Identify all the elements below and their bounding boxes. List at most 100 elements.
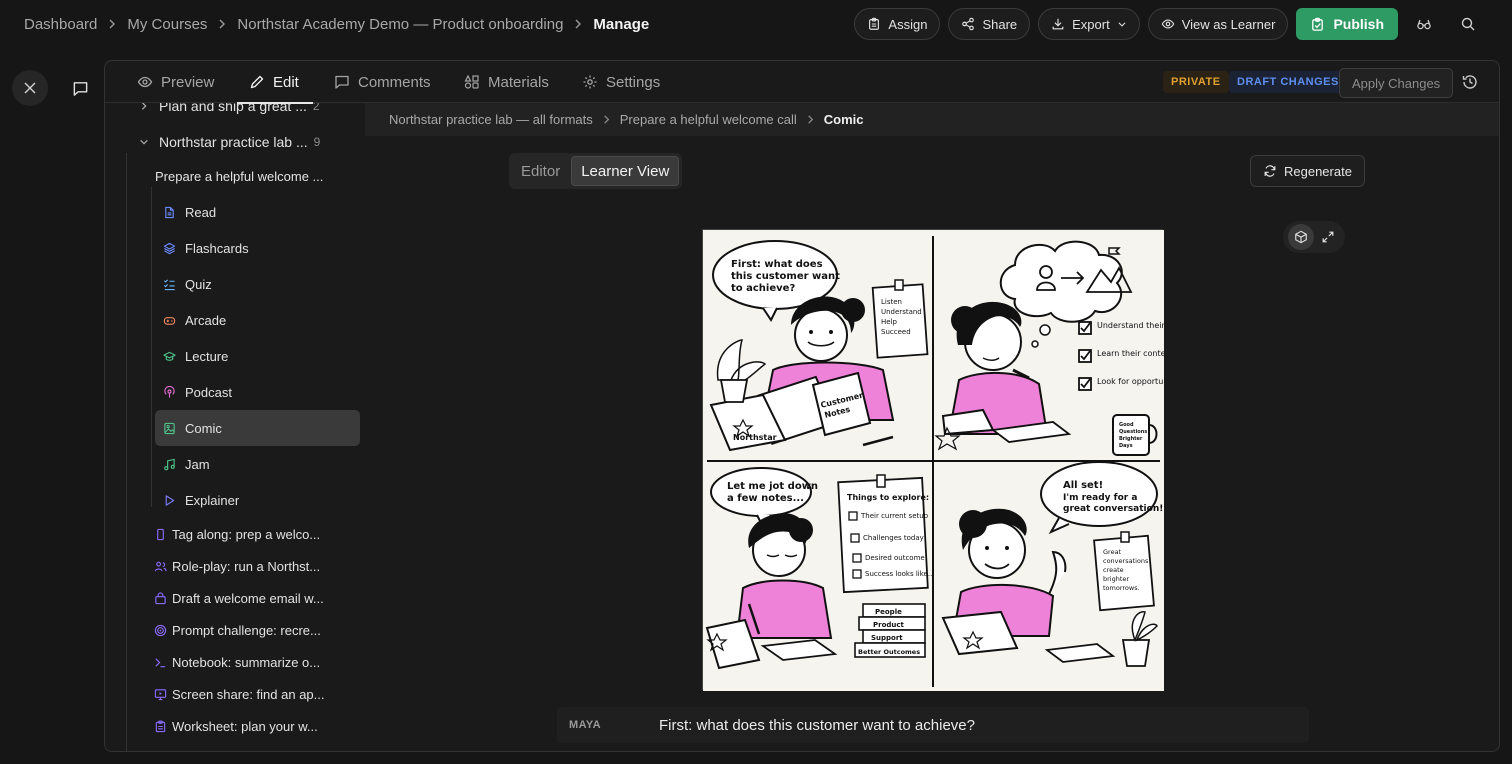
- tab-preview[interactable]: Preview: [137, 61, 214, 103]
- assign-label: Assign: [888, 16, 928, 32]
- content-breadcrumb: Northstar practice lab — all formats Pre…: [365, 103, 1499, 136]
- editor-toggle[interactable]: Editor: [512, 156, 569, 186]
- glasses-button[interactable]: [1406, 8, 1442, 40]
- layers-icon: [163, 242, 176, 254]
- format-item-explainer[interactable]: Explainer: [155, 482, 360, 518]
- format-item-label: Quiz: [185, 276, 212, 292]
- message-square-icon: [335, 75, 349, 89]
- publish-button[interactable]: Publish: [1296, 8, 1398, 40]
- content-breadcrumb-module[interactable]: Northstar practice lab — all formats: [389, 112, 593, 127]
- format-item-arcade[interactable]: Arcade: [155, 302, 360, 338]
- activity-item-label: Notebook: summarize o...: [172, 654, 321, 670]
- download-icon: [1052, 18, 1064, 30]
- format-item-jam[interactable]: Jam: [155, 446, 360, 482]
- activity-item[interactable]: Prompt challenge: recre...: [154, 614, 321, 646]
- comic-mug-text: Days: [1119, 443, 1133, 449]
- comic-list-text: Look for opportunities to help: [1097, 377, 1164, 386]
- format-item-label: Arcade: [185, 312, 227, 328]
- podcast-icon: [164, 385, 175, 398]
- target-icon: [154, 624, 167, 636]
- activity-item[interactable]: Screen share: find an ap...: [154, 678, 324, 710]
- breadcrumb-course[interactable]: Northstar Academy Demo — Product onboard…: [237, 16, 563, 33]
- regenerate-button[interactable]: Regenerate: [1250, 155, 1365, 187]
- format-item-comic[interactable]: Comic: [155, 410, 360, 446]
- format-item-label: Jam: [185, 456, 210, 472]
- chevron-right-icon: [109, 19, 116, 29]
- activity-item[interactable]: Worksheet: plan your w...: [154, 710, 318, 742]
- shapes-icon: [464, 74, 479, 89]
- 3d-view-button[interactable]: [1287, 224, 1314, 250]
- activity-item[interactable]: Notebook: summarize o...: [154, 646, 320, 678]
- view-as-learner-button[interactable]: View as Learner: [1147, 8, 1289, 40]
- activity-item[interactable]: Tag along: prep a welco...: [154, 518, 320, 550]
- comic-note-text: Succeed: [881, 328, 911, 336]
- share-button[interactable]: Share: [948, 8, 1031, 40]
- chevron-right-icon: [575, 19, 582, 29]
- comic-note-text: Great: [1103, 548, 1122, 556]
- lesson-item[interactable]: Prepare a helpful welcome ...: [155, 158, 323, 194]
- search-button[interactable]: [1450, 8, 1486, 40]
- tab-settings[interactable]: Settings: [582, 61, 660, 103]
- publish-label: Publish: [1333, 16, 1384, 32]
- chevron-down-icon: [140, 139, 148, 145]
- tab-comments[interactable]: Comments: [334, 61, 431, 103]
- comic-bubble-text: All set!: [1063, 480, 1103, 491]
- refresh-icon: [1264, 165, 1276, 177]
- format-item-read[interactable]: Read: [155, 194, 360, 230]
- format-item-flashcards[interactable]: Flashcards: [155, 230, 360, 266]
- breadcrumb: Dashboard My Courses Northstar Academy D…: [24, 0, 649, 48]
- activity-item-label: Prompt challenge: recre...: [172, 622, 321, 638]
- tree-guide: [126, 153, 127, 751]
- breadcrumb-my-courses[interactable]: My Courses: [127, 16, 207, 33]
- comic-book-text: Product: [873, 621, 905, 629]
- format-item-lecture[interactable]: Lecture: [155, 338, 360, 374]
- breadcrumb-dashboard[interactable]: Dashboard: [24, 16, 97, 33]
- pencil-icon: [250, 75, 264, 89]
- comic-list-text: Success looks like...: [865, 570, 935, 578]
- assign-button[interactable]: Assign: [854, 8, 941, 40]
- module-label: Plan and ship a great ...: [159, 103, 307, 114]
- history-button[interactable]: [1461, 73, 1479, 91]
- comic-note-text: brighter: [1103, 575, 1129, 583]
- activity-item[interactable]: Role-play: run a Northst...: [154, 550, 320, 582]
- tab-materials[interactable]: Materials: [464, 61, 549, 103]
- gamepad-icon: [163, 316, 176, 325]
- module-label: Northstar practice lab ...: [159, 134, 308, 150]
- comic-bubble-text: First: what does: [731, 259, 823, 270]
- content-breadcrumb-lesson[interactable]: Prepare a helpful welcome call: [620, 112, 797, 127]
- apply-changes-button[interactable]: Apply Changes: [1339, 68, 1454, 98]
- chat-button[interactable]: [68, 76, 92, 100]
- tab-edit[interactable]: Edit: [237, 61, 313, 104]
- format-item-label: Explainer: [185, 492, 240, 508]
- content-breadcrumb-current: Comic: [823, 112, 864, 127]
- module-item[interactable]: Plan and ship a great ... 2: [139, 103, 320, 124]
- tree-guide: [151, 187, 152, 507]
- tab-preview-label: Preview: [161, 73, 215, 91]
- module-item[interactable]: Northstar practice lab ... 9: [139, 124, 320, 160]
- clipboard-check-icon: [1312, 17, 1324, 31]
- comic-note-text: Listen: [881, 298, 902, 306]
- comic-list-text: Challenges today: [863, 534, 924, 542]
- activity-item-label: Role-play: run a Northst...: [172, 558, 321, 574]
- export-button[interactable]: Export: [1038, 8, 1140, 40]
- private-badge: PRIVATE: [1163, 71, 1229, 93]
- format-item-label: Lecture: [185, 348, 229, 364]
- activity-item[interactable]: Draft a welcome email w...: [154, 582, 324, 614]
- breadcrumb-current: Manage: [593, 15, 650, 33]
- caption-text: First: what does this customer want to a…: [659, 716, 975, 734]
- comic-list-text: Understand their goals: [1097, 321, 1164, 330]
- learner-view-toggle[interactable]: Learner View: [571, 156, 680, 186]
- format-item-quiz[interactable]: Quiz: [155, 266, 360, 302]
- tab-bar: Preview Edit Comments Materials Settings…: [105, 61, 1499, 104]
- terminal-icon: [155, 657, 166, 667]
- format-item-podcast[interactable]: Podcast: [155, 374, 360, 410]
- draft-changes-badge: DRAFT CHANGES: [1229, 71, 1347, 93]
- play-icon: [165, 494, 175, 506]
- fullscreen-button[interactable]: [1315, 224, 1341, 250]
- close-button[interactable]: [12, 70, 48, 106]
- tab-materials-label: Materials: [488, 73, 549, 91]
- chevron-right-icon: [219, 19, 226, 29]
- export-label: Export: [1072, 16, 1110, 32]
- close-icon: [24, 82, 36, 94]
- image-toolbar: [1283, 221, 1345, 253]
